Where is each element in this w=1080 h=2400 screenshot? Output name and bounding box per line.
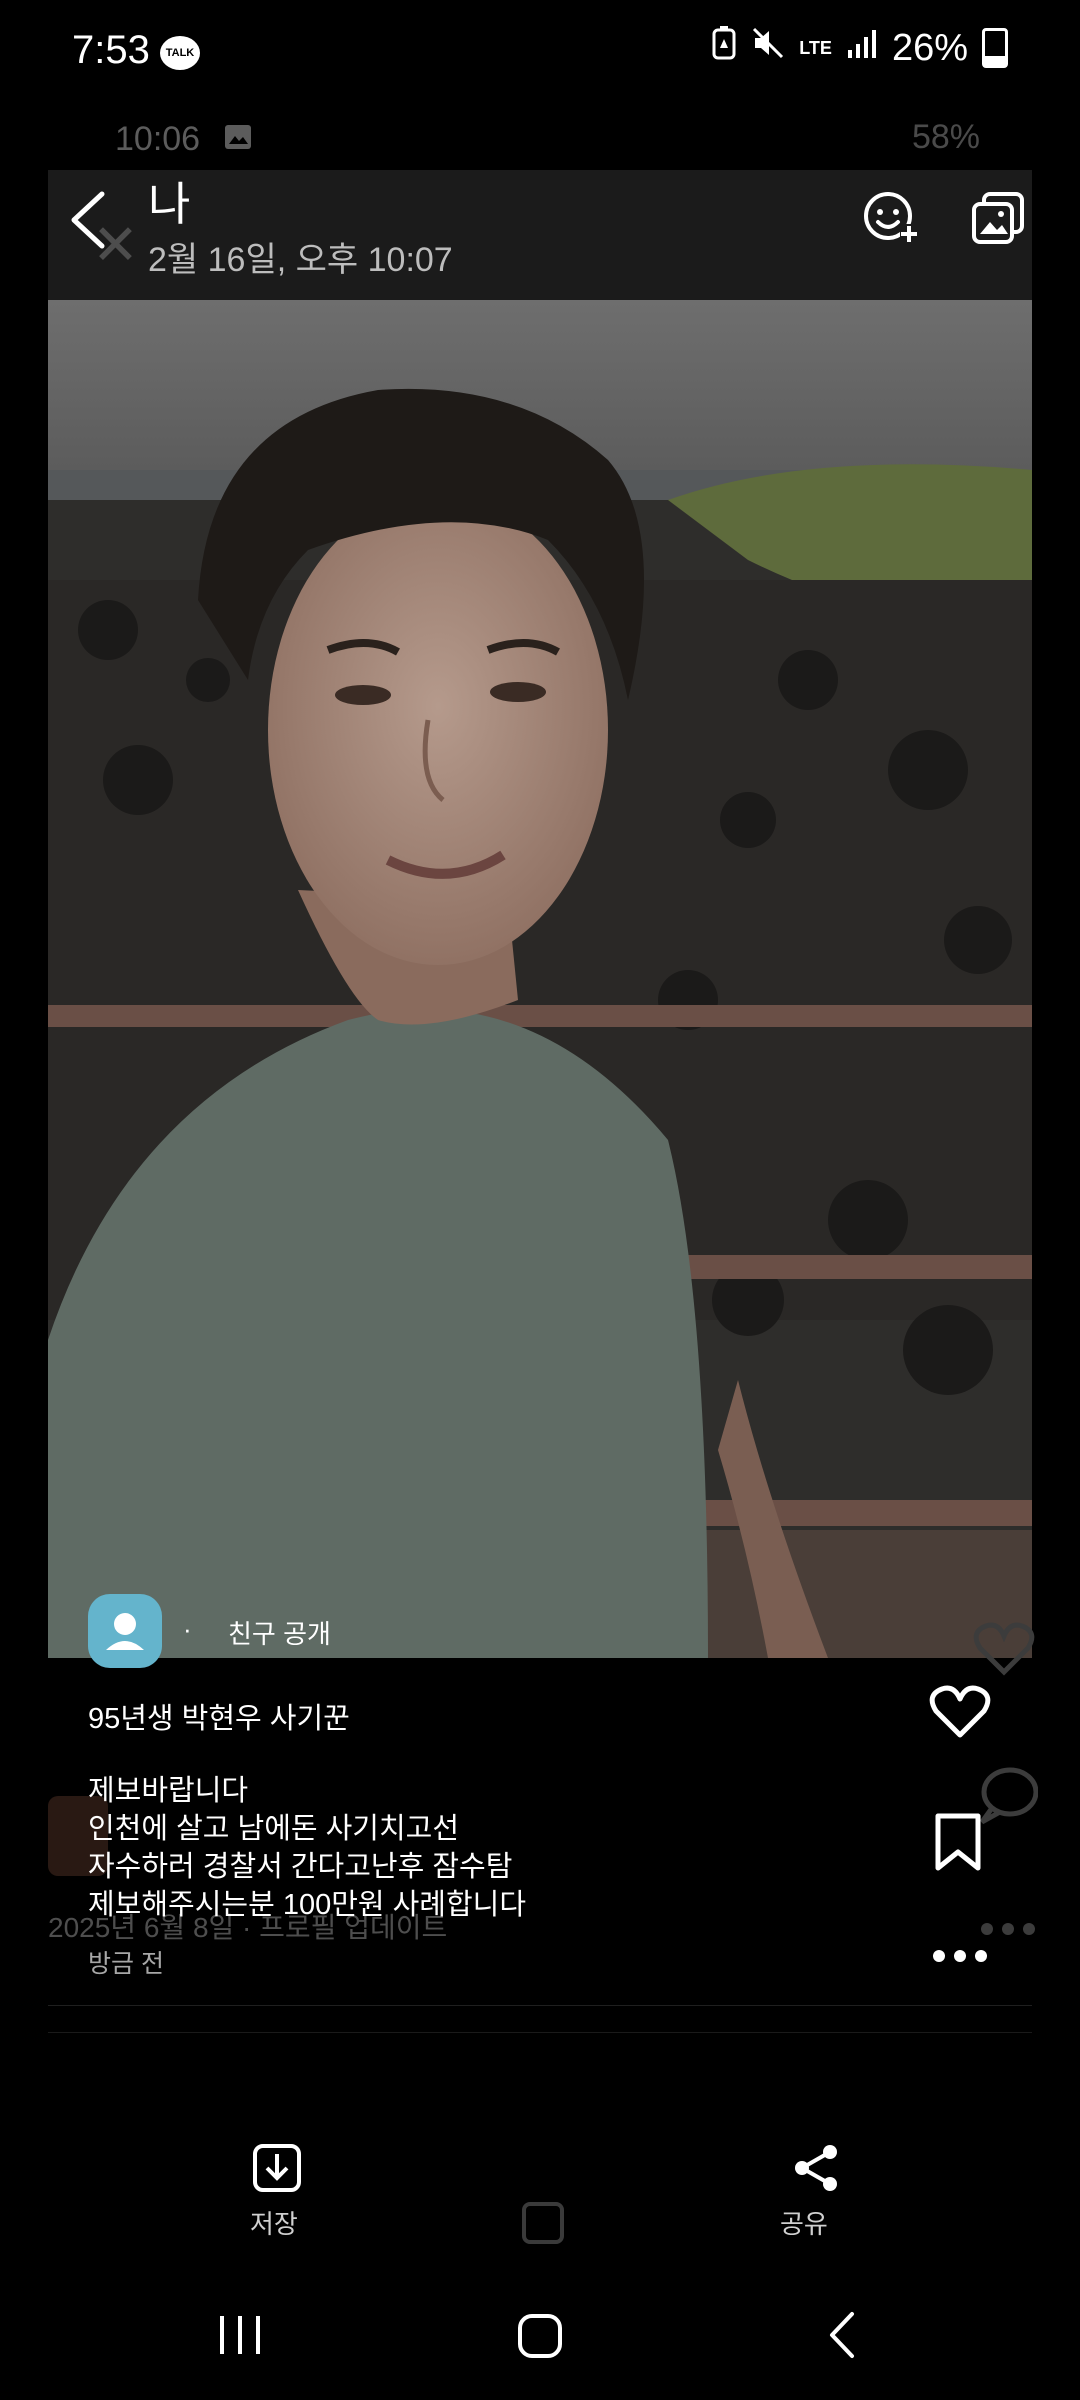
privacy-label: 친구 공개 xyxy=(228,1619,331,1649)
recent-apps-icon xyxy=(220,2316,260,2354)
ghost-status-time: 10:06 xyxy=(115,120,252,159)
ghost-more-icon xyxy=(980,1922,1036,1941)
battery-saver-icon xyxy=(711,26,737,70)
download-icon xyxy=(253,2144,301,2192)
image-icon xyxy=(224,120,252,158)
divider xyxy=(48,2032,1032,2033)
emoji-add-icon xyxy=(864,192,918,242)
ghost-time: 10:06 xyxy=(115,120,201,158)
share-icon xyxy=(795,2145,837,2191)
emoji-add-button[interactable] xyxy=(862,188,920,246)
kakaotalk-notification-icon: TALK xyxy=(160,36,200,70)
avatar[interactable] xyxy=(88,1594,162,1668)
battery-percent: 26% xyxy=(891,26,968,69)
nav-back-button[interactable] xyxy=(822,2306,862,2364)
signal-icon xyxy=(846,27,878,70)
bookmark-icon xyxy=(935,1813,981,1871)
back-button[interactable] xyxy=(62,180,132,260)
battery-icon xyxy=(982,28,1008,68)
post-photo[interactable] xyxy=(48,300,1032,1658)
nav-back-icon xyxy=(830,2312,854,2358)
ghost-battery: 58% xyxy=(911,118,980,156)
post-time: 방금 전 xyxy=(88,1950,164,1978)
post-title: 95년생 박현우 사기꾼 xyxy=(88,1703,350,1735)
heart-icon xyxy=(929,1685,991,1738)
page-title: 나 xyxy=(148,178,191,230)
separator-dot: · xyxy=(183,1614,192,1644)
divider xyxy=(48,2005,1032,2006)
ghost-square-icon xyxy=(522,2202,564,2244)
battery-fill xyxy=(985,56,1005,65)
post-body: 제보바랍니다 인천에 살고 남에돈 사기치고선 자수하러 경찰서 간다고난후 잠… xyxy=(88,1775,527,1921)
like-button[interactable] xyxy=(928,1682,992,1740)
ghost-status-icons: 58% xyxy=(912,118,980,157)
more-icon xyxy=(933,1950,987,1962)
status-time: 7:53 xyxy=(72,28,150,72)
share-label: 공유 xyxy=(780,2209,828,2239)
more-options-button[interactable] xyxy=(932,1948,988,1964)
save-label: 저장 xyxy=(250,2209,298,2239)
home-icon xyxy=(518,2314,562,2358)
status-icons: LTE 26% xyxy=(711,26,1008,70)
home-button[interactable] xyxy=(512,2306,568,2364)
mute-icon xyxy=(751,26,785,70)
ghost-heart-icon xyxy=(972,1618,1036,1683)
bookmark-button[interactable] xyxy=(932,1812,984,1872)
gallery-icon xyxy=(972,192,1024,244)
recent-apps-button[interactable] xyxy=(210,2310,270,2360)
gallery-button[interactable] xyxy=(970,190,1026,246)
network-type: LTE xyxy=(799,38,832,58)
post-date: 2월 16일, 오후 10:07 xyxy=(148,241,453,279)
